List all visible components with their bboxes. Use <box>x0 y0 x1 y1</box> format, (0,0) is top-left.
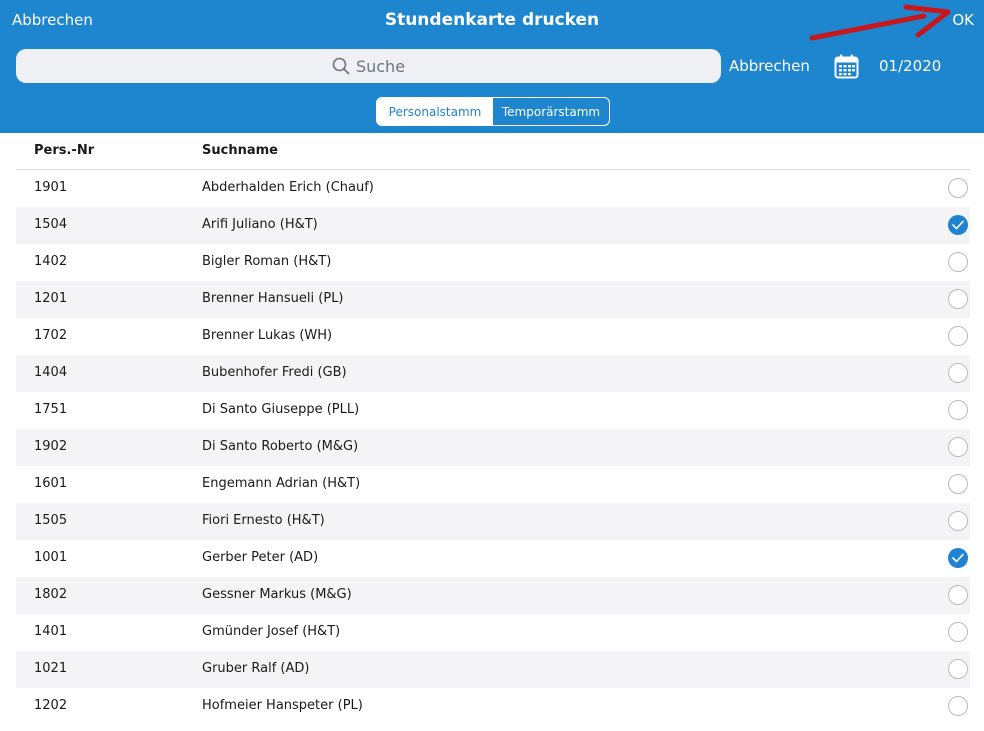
table-row[interactable]: 1505 Fiori Ernesto (H&T) <box>16 503 970 540</box>
suchname-cell: Brenner Hansueli (PL) <box>202 291 344 306</box>
suchname-cell: Di Santo Giuseppe (PLL) <box>202 402 360 417</box>
table-row[interactable]: 1504 Arifi Juliano (H&T) <box>16 207 970 244</box>
suchname-cell: Engemann Adrian (H&T) <box>202 476 361 491</box>
pers-nr-cell: 1802 <box>34 587 68 602</box>
pers-nr-cell: 1702 <box>34 328 68 343</box>
unchecked-radio[interactable] <box>948 511 968 531</box>
search-cancel-button[interactable]: Abbrechen <box>729 57 810 75</box>
pers-nr-cell: 1401 <box>34 624 68 639</box>
segmented-control: Personalstamm Temporärstamm <box>376 97 610 126</box>
table-row[interactable]: 1201 Brenner Hansueli (PL) <box>16 281 970 318</box>
table-row[interactable]: 1802 Gessner Markus (M&G) <box>16 577 970 614</box>
pers-nr-cell: 1201 <box>34 291 68 306</box>
pers-nr-cell: 1902 <box>34 439 68 454</box>
suchname-cell: Brenner Lukas (WH) <box>202 328 333 343</box>
pers-nr-cell: 1504 <box>34 217 68 232</box>
pers-nr-cell: 1202 <box>34 698 68 713</box>
table-row[interactable]: 1751 Di Santo Giuseppe (PLL) <box>16 392 970 429</box>
table-row[interactable]: 1001 Gerber Peter (AD) <box>16 540 970 577</box>
pers-nr-cell: 1901 <box>34 180 68 195</box>
unchecked-radio[interactable] <box>948 400 968 420</box>
table-row[interactable]: 1601 Engemann Adrian (H&T) <box>16 466 970 503</box>
table-row[interactable]: 1404 Bubenhofer Fredi (GB) <box>16 355 970 392</box>
tab-personalstamm[interactable]: Personalstamm <box>377 98 493 125</box>
pers-nr-cell: 1001 <box>34 550 68 565</box>
unchecked-radio[interactable] <box>948 622 968 642</box>
suchname-cell: Bubenhofer Fredi (GB) <box>202 365 347 380</box>
unchecked-radio[interactable] <box>948 326 968 346</box>
table-row[interactable]: 1702 Brenner Lukas (WH) <box>16 318 970 355</box>
column-header-suchname: Suchname <box>202 143 278 158</box>
table-row[interactable]: 1021 Gruber Ralf (AD) <box>16 651 970 688</box>
checkmark-icon <box>952 220 964 230</box>
calendar-icon[interactable] <box>834 54 859 79</box>
pers-nr-cell: 1601 <box>34 476 68 491</box>
search-input[interactable]: Suche <box>16 49 721 83</box>
modal-header: Abbrechen Stundenkarte drucken OK Suche … <box>0 0 984 133</box>
suchname-cell: Bigler Roman (H&T) <box>202 254 332 269</box>
unchecked-radio[interactable] <box>948 252 968 272</box>
unchecked-radio[interactable] <box>948 659 968 679</box>
unchecked-radio[interactable] <box>948 437 968 457</box>
unchecked-radio[interactable] <box>948 363 968 383</box>
search-icon <box>332 57 350 75</box>
suchname-cell: Arifi Juliano (H&T) <box>202 217 318 232</box>
period-selector[interactable]: 01/2020 <box>879 57 941 75</box>
suchname-cell: Gessner Markus (M&G) <box>202 587 352 602</box>
suchname-cell: Abderhalden Erich (Chauf) <box>202 180 374 195</box>
pers-nr-cell: 1021 <box>34 661 68 676</box>
pers-nr-cell: 1505 <box>34 513 68 528</box>
tab-temporaerstamm[interactable]: Temporärstamm <box>493 98 609 125</box>
unchecked-radio[interactable] <box>948 474 968 494</box>
unchecked-radio[interactable] <box>948 696 968 716</box>
table-row[interactable]: 1901 Abderhalden Erich (Chauf) <box>16 170 970 207</box>
column-header-pers-nr: Pers.-Nr <box>34 143 95 158</box>
checked-radio[interactable] <box>948 548 968 568</box>
suchname-cell: Fiori Ernesto (H&T) <box>202 513 325 528</box>
red-arrow-icon <box>809 4 951 41</box>
search-placeholder: Suche <box>355 56 406 76</box>
unchecked-radio[interactable] <box>948 585 968 605</box>
employee-list: 1901 Abderhalden Erich (Chauf) 1504 Arifi J… <box>16 170 970 725</box>
table-row[interactable]: 1202 Hofmeier Hanspeter (PL) <box>16 688 970 725</box>
pers-nr-cell: 1404 <box>34 365 68 380</box>
table-row[interactable]: 1402 Bigler Roman (H&T) <box>16 244 970 281</box>
suchname-cell: Gmünder Josef (H&T) <box>202 624 341 639</box>
suchname-cell: Di Santo Roberto (M&G) <box>202 439 359 454</box>
checkmark-icon <box>952 553 964 563</box>
table-row[interactable]: 1902 Di Santo Roberto (M&G) <box>16 429 970 466</box>
unchecked-radio[interactable] <box>948 289 968 309</box>
suchname-cell: Hofmeier Hanspeter (PL) <box>202 698 363 713</box>
pers-nr-cell: 1402 <box>34 254 68 269</box>
checked-radio[interactable] <box>948 215 968 235</box>
pers-nr-cell: 1751 <box>34 402 68 417</box>
suchname-cell: Gerber Peter (AD) <box>202 550 319 565</box>
suchname-cell: Gruber Ralf (AD) <box>202 661 310 676</box>
table-row[interactable]: 1401 Gmünder Josef (H&T) <box>16 614 970 651</box>
unchecked-radio[interactable] <box>948 178 968 198</box>
